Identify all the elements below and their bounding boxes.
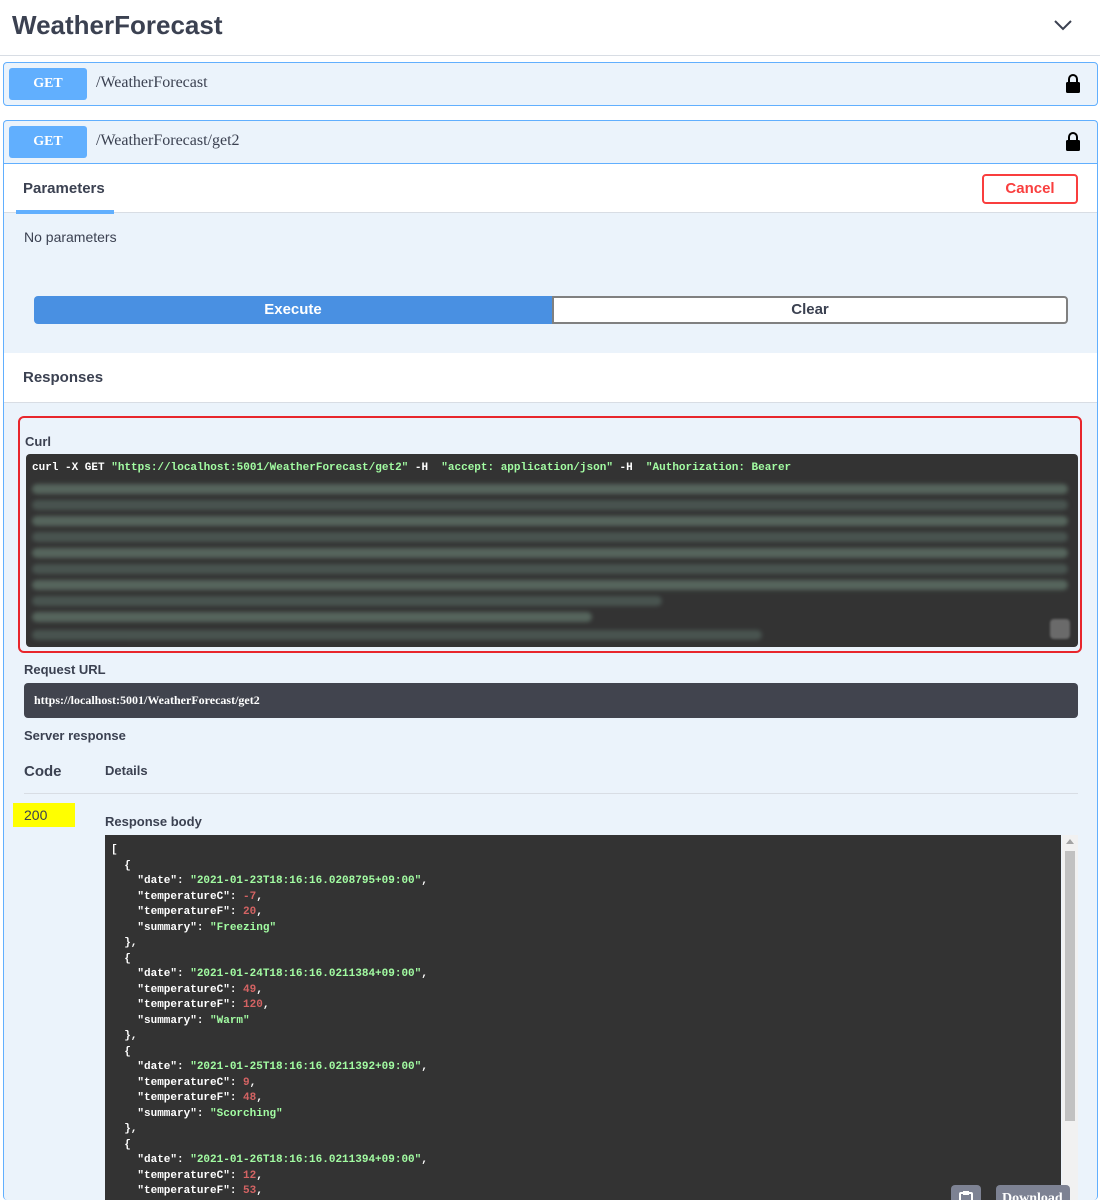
tab-underline [16, 210, 114, 214]
request-url: https://localhost:5001/WeatherForecast/g… [24, 683, 1078, 718]
responses-title: Responses [23, 369, 104, 386]
json-date: "2021-01-24T18:16:16.0211384+09:00" [190, 968, 422, 980]
json-date: "2021-01-26T18:16:16.0211394+09:00" [190, 1154, 422, 1166]
json-temperature-f: 48 [243, 1092, 257, 1104]
no-parameters-text: No parameters [24, 229, 117, 245]
curl-section: Curl curl -X GET "https://localhost:5001… [18, 416, 1082, 653]
json-summary: "Warm" [210, 1014, 250, 1027]
lock-icon[interactable] [1065, 74, 1081, 94]
response-body[interactable]: [ { "date": "2021-01-23T18:16:16.0208795… [105, 835, 1061, 1200]
scroll-thumb[interactable] [1065, 851, 1075, 1121]
json-date: "2021-01-25T18:16:16.0211392+09:00" [190, 1061, 422, 1073]
response-json: [ { "date": "2021-01-23T18:16:16.0208795… [111, 844, 428, 1197]
json-temperature-f: 20 [243, 906, 257, 918]
clear-button[interactable]: Clear [552, 296, 1068, 324]
json-temperature-c: 49 [243, 983, 257, 996]
curl-label: Curl [25, 434, 51, 449]
json-temperature-f: 120 [243, 999, 263, 1011]
json-temperature-c: -7 [243, 890, 257, 903]
copy-icon[interactable] [1050, 619, 1070, 639]
copy-response-button[interactable] [951, 1185, 981, 1200]
json-date: "2021-01-23T18:16:16.0208795+09:00" [190, 875, 422, 887]
curl-cmd: curl -X GET [32, 462, 112, 474]
status-code: 200 [13, 803, 75, 827]
curl-header-auth: "Authorization: Bearer [639, 462, 792, 474]
curl-code-block[interactable]: curl -X GET "https://localhost:5001/Weat… [26, 454, 1078, 647]
response-body-scrollbar[interactable] [1062, 835, 1078, 1200]
section-title: WeatherForecast [12, 10, 223, 40]
json-temperature-c: 9 [243, 1076, 250, 1089]
endpoint-path: /WeatherForecast [96, 74, 208, 91]
json-temperature-f: 53 [243, 1185, 257, 1197]
curl-command: curl -X GET "https://localhost:5001/Weat… [32, 462, 791, 474]
column-header-code: Code [24, 763, 62, 780]
divider [24, 793, 1078, 794]
opblock-summary[interactable]: GET /WeatherForecast [4, 63, 1097, 105]
download-button[interactable]: Download [996, 1185, 1070, 1200]
endpoint-path: /WeatherForecast/get2 [96, 132, 240, 149]
scroll-up-arrow-icon[interactable] [1066, 839, 1074, 844]
curl-flag: -H [612, 462, 640, 474]
method-badge: GET [9, 68, 87, 100]
method-badge: GET [9, 126, 87, 158]
response-body-label: Response body [105, 814, 202, 829]
opblock-get-weatherforecast: GET /WeatherForecast [3, 62, 1098, 106]
curl-header-accept: "accept: application/json" [434, 462, 613, 474]
tab-parameters[interactable]: Parameters [23, 180, 105, 197]
server-response-label: Server response [24, 728, 126, 743]
column-header-details: Details [105, 763, 148, 778]
curl-flag: -H [408, 462, 435, 474]
parameters-header: Parameters Cancel [4, 163, 1097, 214]
json-summary: "Freezing" [210, 921, 277, 934]
curl-url: "https://localhost:5001/WeatherForecast/… [111, 462, 409, 474]
clipboard-icon [959, 1191, 973, 1200]
json-temperature-c: 12 [243, 1169, 257, 1182]
section-header[interactable]: WeatherForecast [0, 0, 1100, 56]
execute-button-group: Execute Clear [34, 296, 1068, 324]
json-summary: "Scorching" [210, 1107, 283, 1120]
request-url-label: Request URL [24, 662, 106, 677]
opblock-get-weatherforecast-get2: GET /WeatherForecast/get2 Parameters Can… [3, 120, 1098, 1200]
lock-icon[interactable] [1065, 132, 1081, 152]
opblock-summary[interactable]: GET /WeatherForecast/get2 [4, 121, 1097, 163]
chevron-down-icon[interactable] [1052, 14, 1074, 36]
cancel-button[interactable]: Cancel [982, 174, 1078, 204]
responses-header: Responses [4, 353, 1097, 403]
execute-button[interactable]: Execute [34, 296, 552, 324]
